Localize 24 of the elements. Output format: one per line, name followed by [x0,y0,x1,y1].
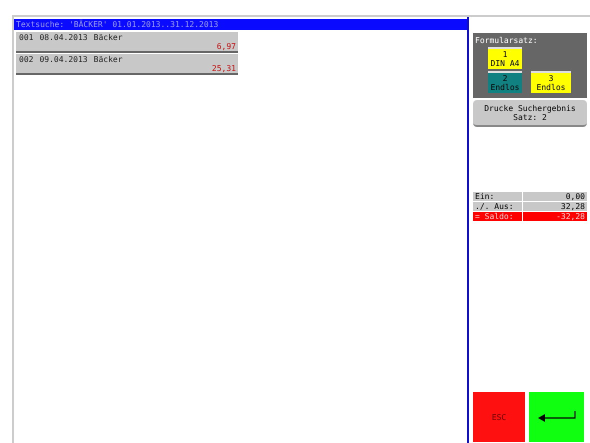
row-number: 002 [19,55,34,64]
enter-button[interactable] [529,392,584,442]
total-label: ./. Aus: [473,202,522,211]
form-option-button[interactable]: 2 Endlos [488,71,522,93]
row-text: Bäcker [94,33,123,42]
row-amount: 25,31 [212,64,236,73]
row-number: 001 [19,33,34,42]
total-value: 0,00 [523,192,587,201]
total-value: 32,28 [523,202,587,211]
row-date: 08.04.2013 [39,33,88,42]
row-text: Bäcker [94,55,123,64]
row-date: 09.04.2013 [39,55,88,64]
row-amount: 6,97 [216,42,236,51]
result-row[interactable]: 002 09.04.2013 Bäcker 25,31 [16,54,238,75]
total-label: = Saldo: [473,212,522,221]
total-label: Ein: [473,192,522,201]
print-button[interactable]: Drucke Suchergebnis Satz: 2 [473,100,587,127]
header-bar: Textsuche: 'BÄCKER' 01.01.2013..31.12.2013 [14,19,467,30]
form-option-button[interactable]: 3 Endlos [531,71,571,93]
form-option-button[interactable]: 1 DIN A4 [488,47,522,69]
total-value: -32,28 [523,212,587,221]
result-row[interactable]: 001 08.04.2013 Bäcker 6,97 [16,32,238,53]
form-set-title: Formularsatz: [475,36,539,45]
enter-arrow-icon [536,410,576,424]
